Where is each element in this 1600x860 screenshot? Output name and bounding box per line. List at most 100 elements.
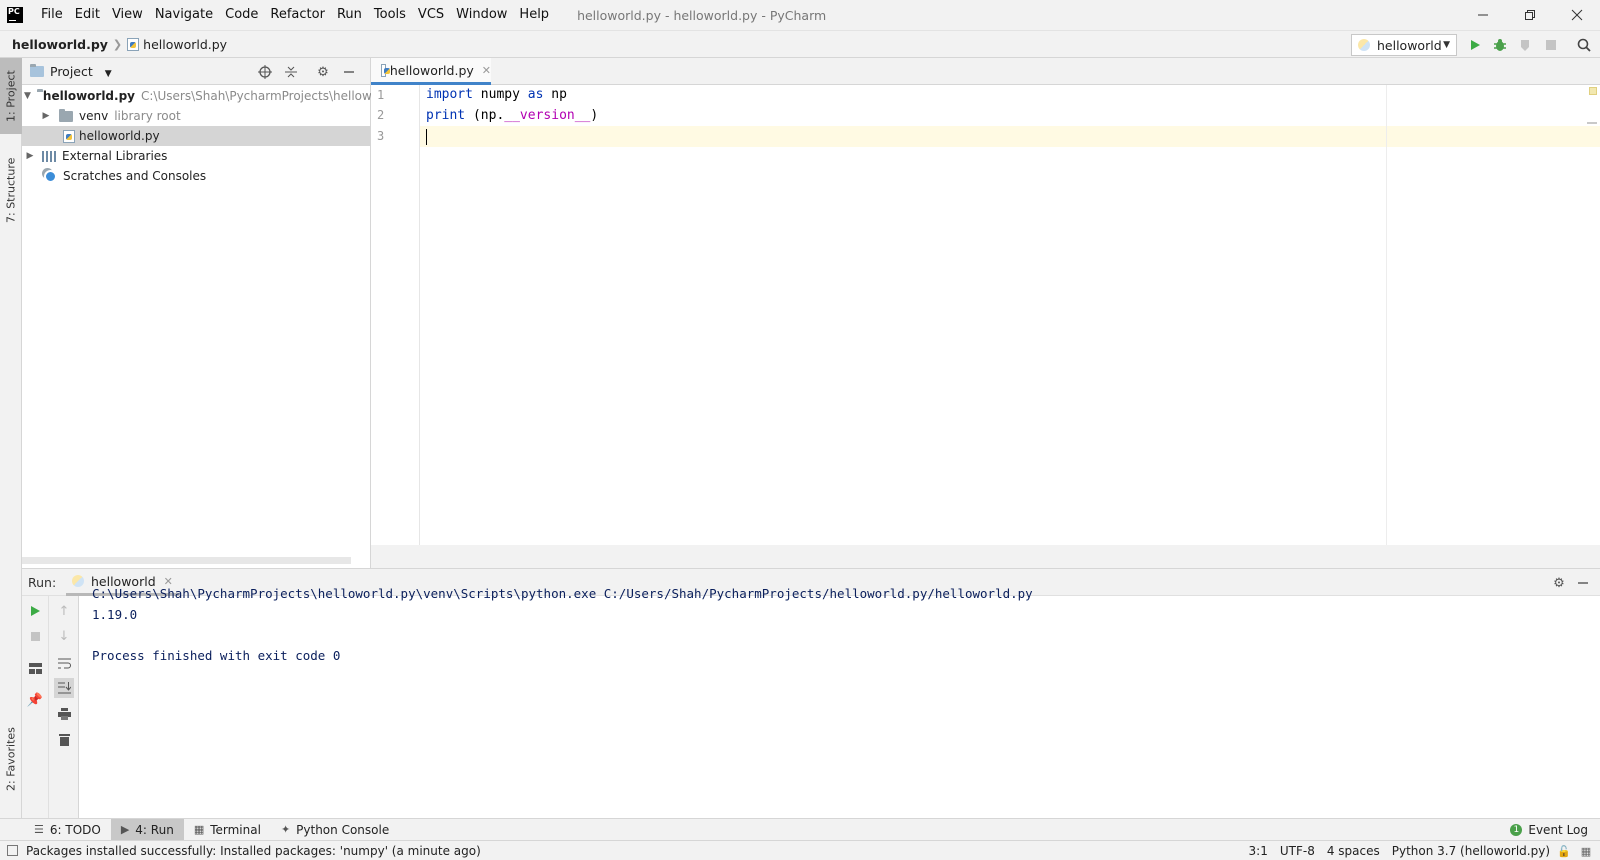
menu-bar: PC File Edit View Navigate Code Refactor… xyxy=(0,0,1600,30)
tree-item-scratches[interactable]: Scratches and Consoles xyxy=(22,166,371,186)
menu-code[interactable]: Code xyxy=(219,0,264,30)
line-number: 3 xyxy=(377,129,385,143)
layout-icon xyxy=(28,662,42,674)
tool-tab-run[interactable]: ▶ 4: Run xyxy=(110,818,184,841)
locate-file-button[interactable] xyxy=(256,63,274,81)
python-file-icon xyxy=(63,129,75,143)
tool-tab-project[interactable]: 1: Project xyxy=(0,58,22,134)
file-encoding[interactable]: UTF-8 xyxy=(1274,844,1321,858)
clear-all-button[interactable] xyxy=(54,729,74,749)
console-exit-text: Process finished with exit code 0 xyxy=(92,648,341,663)
run-configuration-select[interactable]: helloworld ▼ xyxy=(1351,34,1457,56)
crosshair-icon xyxy=(258,65,272,79)
run-settings-button[interactable]: ⚙ xyxy=(1550,574,1568,592)
scratches-icon xyxy=(44,169,57,183)
menu-file[interactable]: File xyxy=(35,0,69,30)
restore-button[interactable] xyxy=(1507,0,1553,30)
stop-run-button[interactable] xyxy=(25,626,45,646)
code-editor[interactable]: 1 2 3 import numpy as np print (np.__ver… xyxy=(371,85,1600,545)
console-output-text: 1.19.0 xyxy=(92,607,138,622)
tool-tab-event-log[interactable]: 1 Event Log xyxy=(1510,819,1588,841)
run-toolbar-primary: 📌 xyxy=(22,596,49,818)
menu-navigate[interactable]: Navigate xyxy=(149,0,219,30)
tree-item-root[interactable]: ▼ helloworld.py C:\Users\Shah\PycharmPro… xyxy=(22,86,371,106)
tool-tab-terminal-label: Terminal xyxy=(210,822,261,837)
scroll-to-end-button[interactable] xyxy=(54,678,74,698)
breadcrumb-project[interactable]: helloworld.py xyxy=(0,37,108,52)
scroll-down-button[interactable]: ↓ xyxy=(54,626,74,646)
code-builtin: print xyxy=(426,108,466,123)
tool-tab-python-console[interactable]: ✦ Python Console xyxy=(271,819,399,841)
tree-item-external-libraries[interactable]: ▶ External Libraries xyxy=(22,146,371,166)
scroll-marker[interactable] xyxy=(1587,122,1597,124)
editor-tab-label: helloworld.py xyxy=(389,62,474,78)
inspection-status-icon[interactable] xyxy=(1589,87,1597,95)
run-toolbar-secondary: ↑ ↓ xyxy=(49,596,79,818)
tool-windows-toggle-icon[interactable] xyxy=(7,845,18,856)
memory-indicator-icon[interactable]: ▦ xyxy=(1578,845,1594,858)
menu-help[interactable]: Help xyxy=(513,0,555,30)
soft-wrap-button[interactable] xyxy=(54,653,74,673)
run-with-coverage-button[interactable] xyxy=(1516,36,1534,54)
layout-button[interactable] xyxy=(25,658,45,678)
project-panel: Project ▼ ⚙ ▼ helloworld.py C:\Users\Sha… xyxy=(22,58,371,568)
print-button[interactable] xyxy=(54,704,74,724)
project-view-select[interactable]: Project ▼ xyxy=(50,64,112,79)
collapse-all-button[interactable] xyxy=(282,63,300,81)
console-command-line: C:\Users\Shah\PycharmProjects\helloworld… xyxy=(92,583,1033,604)
menu-window[interactable]: Window xyxy=(450,0,513,30)
search-everywhere-button[interactable] xyxy=(1575,36,1593,54)
tool-tab-favorites[interactable]: 2: Favorites xyxy=(0,718,22,800)
code-keyword: import xyxy=(426,87,473,102)
menu-refactor[interactable]: Refactor xyxy=(264,0,331,30)
tree-item-venv[interactable]: ▶ venv library root xyxy=(22,106,371,126)
caret-position[interactable]: 3:1 xyxy=(1243,844,1274,858)
menu-run[interactable]: Run xyxy=(331,0,368,30)
tool-tab-todo[interactable]: ☰ 6: TODO xyxy=(24,819,111,841)
tree-item-file[interactable]: helloworld.py xyxy=(22,126,371,146)
breadcrumb-file-label: helloworld.py xyxy=(143,36,228,52)
code-text: ) xyxy=(590,108,599,123)
code-keyword: as xyxy=(527,87,544,102)
menu-edit[interactable]: Edit xyxy=(69,0,106,30)
editor-tab-helloworld[interactable]: helloworld.py ✕ xyxy=(371,58,491,85)
pin-tab-button[interactable]: 📌 xyxy=(25,690,45,710)
tool-tab-structure[interactable]: 7: Structure xyxy=(0,150,22,230)
menu-view[interactable]: View xyxy=(106,0,149,30)
horizontal-scrollbar[interactable] xyxy=(22,557,351,564)
project-view-icon xyxy=(30,63,44,77)
scroll-up-button[interactable]: ↑ xyxy=(54,601,74,621)
run-configuration-label: helloworld xyxy=(1377,37,1442,53)
tool-tab-terminal[interactable]: ▦ Terminal xyxy=(184,819,271,841)
todo-list-icon: ☰ xyxy=(34,823,44,836)
trash-icon xyxy=(58,733,70,746)
stop-button[interactable] xyxy=(1542,36,1560,54)
lock-icon[interactable]: 🔓 xyxy=(1556,845,1572,858)
project-settings-button[interactable]: ⚙ xyxy=(314,63,332,81)
status-message[interactable]: Packages installed successfully: Install… xyxy=(26,844,481,858)
python-interpreter[interactable]: Python 3.7 (helloworld.py) xyxy=(1386,844,1556,858)
bug-icon xyxy=(1494,39,1506,51)
status-widgets: 3:1 UTF-8 4 spaces Python 3.7 (helloworl… xyxy=(1243,841,1600,860)
hide-run-window-button[interactable] xyxy=(1574,574,1592,592)
close-window-button[interactable] xyxy=(1554,0,1600,30)
close-tab-icon[interactable]: ✕ xyxy=(482,64,491,77)
chevron-down-icon: ▼ xyxy=(1443,40,1450,50)
menu-vcs[interactable]: VCS xyxy=(412,0,450,30)
console-output-line: 1.19.0 xyxy=(92,604,137,625)
project-panel-header: Project ▼ ⚙ xyxy=(22,58,370,85)
tree-scratches-label: Scratches and Consoles xyxy=(63,169,207,183)
library-icon xyxy=(42,150,56,162)
rerun-button[interactable] xyxy=(25,601,45,621)
console-exit-line: Process finished with exit code 0 xyxy=(92,645,340,666)
python-icon xyxy=(72,575,84,587)
menu-tools[interactable]: Tools xyxy=(368,0,412,30)
print-icon xyxy=(57,708,71,720)
pin-icon: 📌 xyxy=(26,692,44,708)
debug-button[interactable] xyxy=(1491,36,1509,54)
indent-setting[interactable]: 4 spaces xyxy=(1321,844,1386,858)
minimize-button[interactable] xyxy=(1460,0,1506,30)
breadcrumb-file[interactable]: helloworld.py xyxy=(127,37,227,52)
run-button[interactable] xyxy=(1466,36,1484,54)
hide-panel-button[interactable] xyxy=(340,63,358,81)
